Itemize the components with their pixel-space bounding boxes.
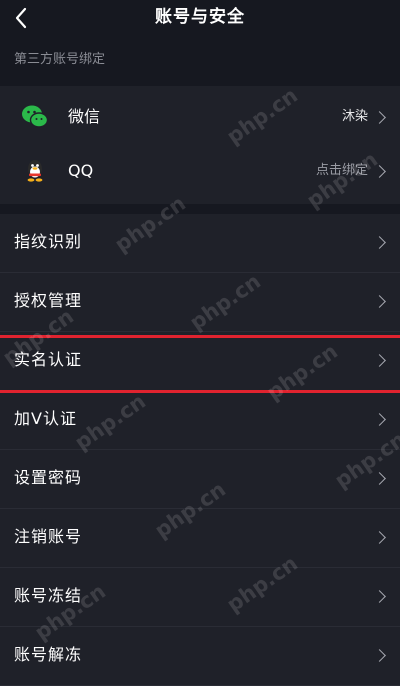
page-title: 账号与安全 bbox=[155, 7, 245, 27]
chevron-right-icon bbox=[373, 472, 386, 485]
settings-item-label: 加V认证 bbox=[14, 409, 77, 428]
settings-item-cancel-account[interactable]: 注销账号 bbox=[0, 509, 400, 568]
chevron-right-icon bbox=[373, 531, 386, 544]
chevron-right-icon bbox=[373, 111, 386, 124]
settings-item-freeze-account[interactable]: 账号冻结 bbox=[0, 568, 400, 627]
chevron-right-icon bbox=[373, 165, 386, 178]
chevron-right-icon bbox=[373, 295, 386, 308]
settings-item-label: 指纹识别 bbox=[14, 232, 83, 251]
chevron-right-icon bbox=[373, 236, 386, 249]
section-label-third-party: 第三方账号绑定 bbox=[14, 52, 106, 67]
settings-item-unfreeze-account[interactable]: 账号解冻 bbox=[0, 627, 400, 686]
wechat-icon bbox=[22, 105, 49, 128]
settings-item-label: 设置密码 bbox=[14, 468, 83, 487]
bind-value-qq: 点击绑定 bbox=[315, 163, 368, 178]
bind-row-wechat[interactable]: 微信 沐染 bbox=[0, 90, 400, 144]
settings-item-v-verification[interactable]: 加V认证 bbox=[0, 391, 400, 450]
settings-item-label: 实名认证 bbox=[14, 350, 83, 369]
settings-item-real-name[interactable]: 实名认证 bbox=[0, 332, 400, 391]
settings-item-label: 账号解冻 bbox=[14, 645, 83, 664]
chevron-right-icon bbox=[373, 590, 386, 603]
settings-list: 指纹识别 授权管理 实名认证 加V认证 设置密码 注销账号 账号冻结 账号解冻 bbox=[0, 214, 400, 686]
settings-item-authorization[interactable]: 授权管理 bbox=[0, 273, 400, 332]
highlight-line-top bbox=[0, 335, 400, 338]
settings-item-label: 注销账号 bbox=[14, 527, 83, 546]
bind-row-qq[interactable]: QQ 点击绑定 bbox=[0, 144, 400, 198]
settings-item-label: 账号冻结 bbox=[14, 586, 83, 605]
bind-name-wechat: 微信 bbox=[68, 107, 101, 126]
settings-item-label: 授权管理 bbox=[14, 291, 83, 310]
settings-item-set-password[interactable]: 设置密码 bbox=[0, 450, 400, 509]
top-bar: 账号与安全 bbox=[0, 0, 400, 38]
third-party-bindings: 微信 沐染 QQ 点击绑定 bbox=[0, 86, 400, 204]
qq-penguin-icon bbox=[27, 160, 43, 182]
chevron-right-icon bbox=[373, 354, 386, 367]
chevron-right-icon bbox=[373, 649, 386, 662]
settings-item-fingerprint[interactable]: 指纹识别 bbox=[0, 214, 400, 273]
bind-value-wechat: 沐染 bbox=[341, 109, 368, 124]
chevron-right-icon bbox=[373, 413, 386, 426]
highlight-line-bottom bbox=[0, 390, 400, 393]
bind-name-qq: QQ bbox=[68, 161, 94, 180]
